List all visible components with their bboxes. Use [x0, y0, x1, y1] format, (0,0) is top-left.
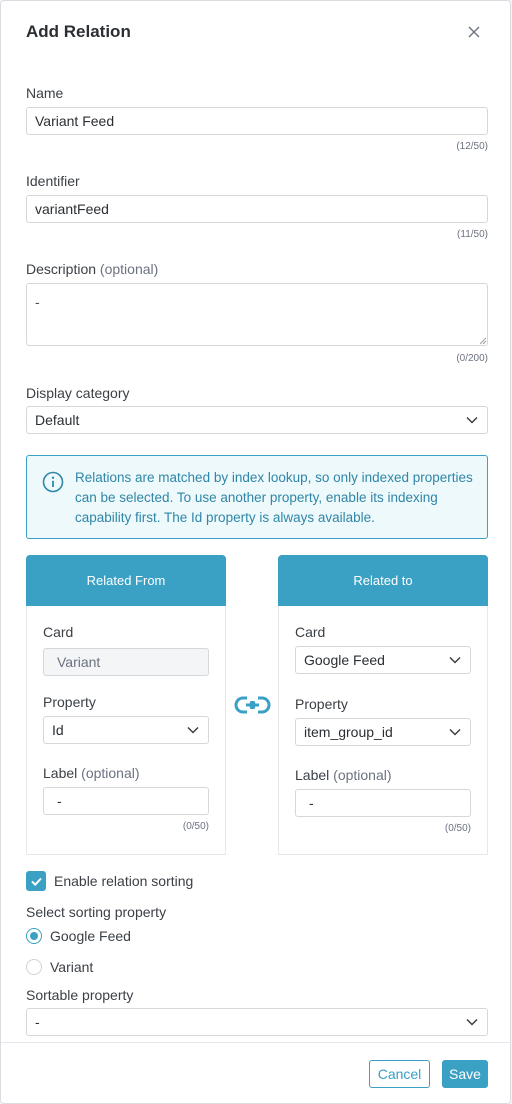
- modal-footer: Cancel Save: [1, 1042, 510, 1103]
- related-from-label-optional: (optional): [81, 765, 140, 781]
- related-to-label-input[interactable]: -: [295, 789, 471, 817]
- radio-variant[interactable]: [26, 959, 42, 975]
- related-from-label-counter: (0/50): [182, 821, 209, 832]
- related-to-property-value: item_group_id: [304, 724, 393, 740]
- chevron-down-icon: [466, 1018, 478, 1026]
- enable-sorting-checkbox[interactable]: [26, 871, 46, 891]
- related-to-label-text: Label: [295, 767, 330, 783]
- info-text: Relations are matched by index lookup, s…: [75, 470, 473, 525]
- radio-google-feed-label[interactable]: Google Feed: [50, 928, 131, 944]
- chevron-down-icon: [466, 416, 478, 424]
- related-from-label-label: Label (optional): [43, 765, 140, 781]
- info-banner: Relations are matched by index lookup, s…: [26, 455, 488, 539]
- related-to-card-label: Card: [295, 624, 326, 640]
- description-label-text: Description: [26, 261, 97, 277]
- related-to-label-optional: (optional): [333, 767, 392, 783]
- related-from-header: Related From: [26, 555, 226, 606]
- chevron-down-icon: [449, 656, 461, 664]
- name-label: Name: [26, 85, 64, 101]
- display-category-select[interactable]: Default: [26, 406, 488, 434]
- radio-variant-label[interactable]: Variant: [50, 959, 93, 975]
- related-from-property-select[interactable]: Id: [43, 716, 209, 744]
- chevron-down-icon: [449, 728, 461, 736]
- display-category-value: Default: [35, 412, 80, 428]
- enable-sorting-label[interactable]: Enable relation sorting: [54, 873, 193, 889]
- add-relation-modal: Add Relation Name Variant Feed (12/50) I…: [0, 0, 511, 1104]
- related-to-property-select[interactable]: item_group_id: [295, 718, 471, 746]
- related-from-property-value: Id: [52, 722, 64, 738]
- related-to-label-counter: (0/50): [444, 823, 471, 834]
- sortable-property-select[interactable]: -: [26, 1008, 488, 1036]
- identifier-label: Identifier: [26, 173, 80, 189]
- related-from-card-input: Variant: [43, 648, 209, 676]
- sortable-property-label: Sortable property: [26, 987, 134, 1003]
- checkmark-icon: [30, 877, 42, 886]
- related-to-header: Related to: [278, 555, 488, 606]
- description-optional: (optional): [99, 261, 159, 277]
- select-sorting-label: Select sorting property: [26, 904, 167, 920]
- related-to-card-value: Google Feed: [304, 652, 385, 668]
- cancel-button[interactable]: Cancel: [369, 1060, 430, 1088]
- related-from-label-text: Label: [43, 765, 78, 781]
- link-icon: [234, 696, 271, 714]
- save-button[interactable]: Save: [442, 1060, 488, 1088]
- name-input[interactable]: Variant Feed: [26, 107, 488, 135]
- description-textarea[interactable]: -: [26, 283, 488, 346]
- related-to-label-label: Label (optional): [295, 767, 392, 783]
- name-counter: (12/50): [456, 141, 488, 152]
- description-label: Description (optional): [26, 261, 158, 277]
- sortable-property-value: -: [35, 1014, 40, 1030]
- radio-google-feed[interactable]: [26, 928, 42, 944]
- related-to-property-label: Property: [295, 696, 348, 712]
- description-counter: (0/200): [456, 353, 488, 364]
- resize-handle-icon[interactable]: [479, 337, 487, 345]
- close-icon[interactable]: [463, 21, 485, 43]
- identifier-input[interactable]: variantFeed: [26, 195, 488, 223]
- modal-title: Add Relation: [26, 22, 131, 41]
- display-category-label: Display category: [26, 385, 130, 401]
- related-from-property-label: Property: [43, 694, 96, 710]
- related-from-label-input[interactable]: -: [43, 787, 209, 815]
- chevron-down-icon: [187, 726, 199, 734]
- info-icon: [42, 471, 64, 493]
- identifier-counter: (11/50): [457, 229, 488, 240]
- modal-header: Add Relation: [1, 1, 510, 63]
- related-to-card-select[interactable]: Google Feed: [295, 646, 471, 674]
- related-from-card-label: Card: [43, 624, 74, 640]
